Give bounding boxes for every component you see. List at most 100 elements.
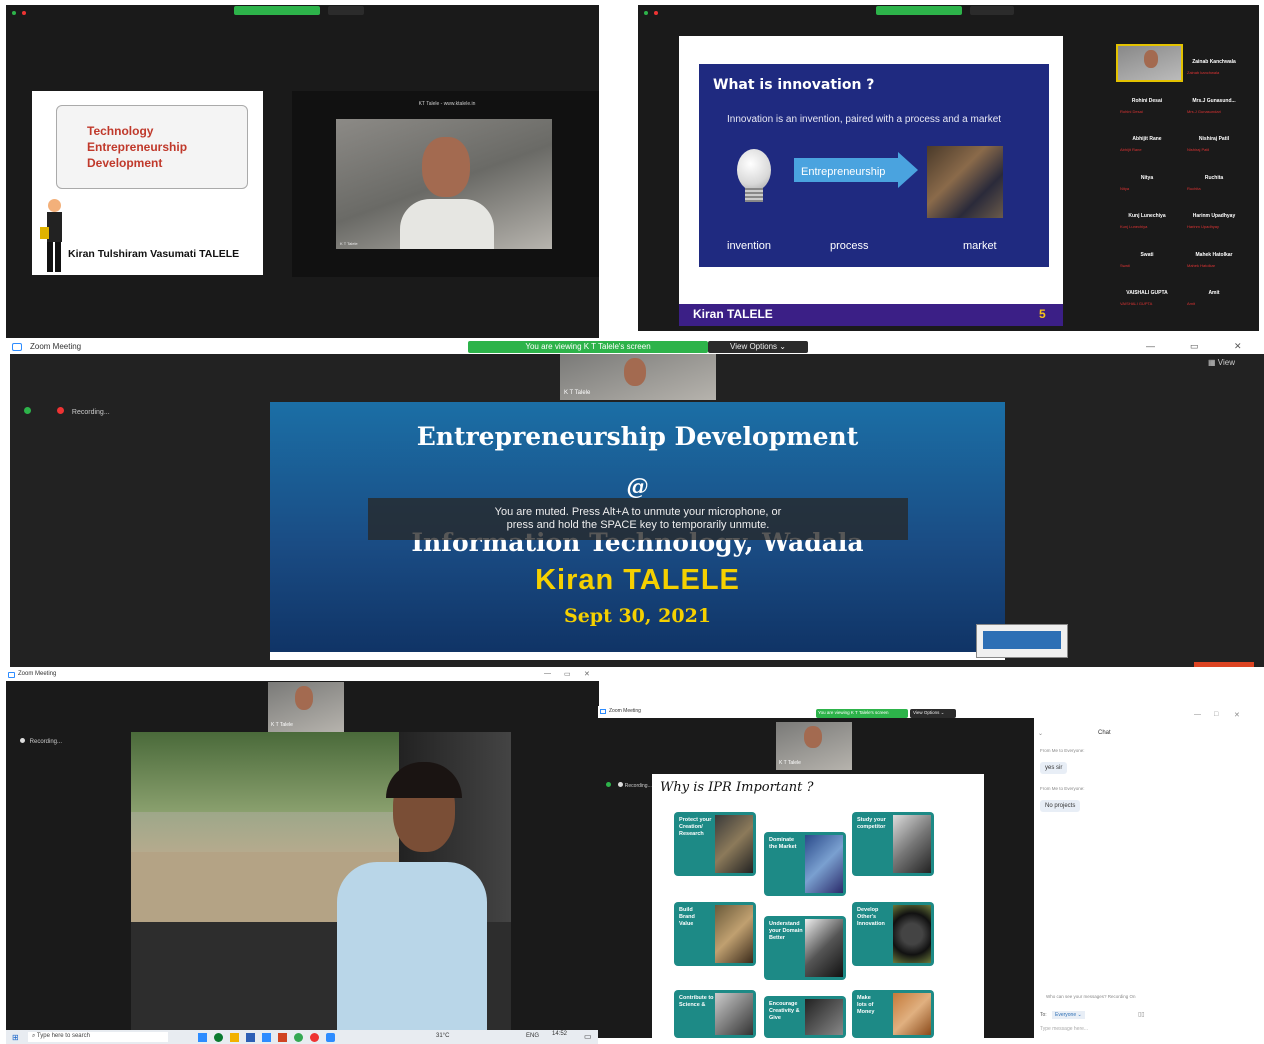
participant-name: Nishiraj Patil: [1198, 136, 1230, 142]
viewing-banner: [876, 6, 962, 15]
maximize-icon[interactable]: ▭: [1190, 341, 1199, 352]
at-symbol: @: [626, 474, 649, 500]
participant-tile[interactable]: VAISHALI GUPTA VAISHALI GUPTA: [1116, 290, 1178, 306]
slide: Entrepreneurship Development @ Informati…: [270, 402, 1005, 660]
participant-tile[interactable]: Mrs.J Gunasund... Mrs.J Gunasundari: [1183, 98, 1245, 114]
close-icon[interactable]: ✕: [584, 670, 590, 678]
speaker-shirt: [400, 199, 494, 249]
recording-indicator: Recording...: [20, 738, 62, 745]
recording-label: Recording...: [71, 409, 110, 416]
taskbar-search-text: Type here to search: [36, 1033, 90, 1039]
view-options-button[interactable]: View Options ⌄: [708, 341, 808, 353]
presenter-figure-icon: [40, 199, 68, 273]
zoom-taskbar-icon[interactable]: [326, 1033, 335, 1042]
file-icon[interactable]: ▯▯: [1138, 1011, 1145, 1018]
participant-tile[interactable]: Amit Amit: [1183, 290, 1245, 306]
grid-icon: ▦: [1208, 358, 1218, 367]
video-label: KT Talele - www.ktalele.in: [418, 101, 476, 107]
tile-name: K T Talele: [340, 241, 358, 246]
record-dot-icon: [654, 11, 658, 15]
speaker-thumbnail[interactable]: K T Talele: [560, 354, 716, 400]
chrome-icon[interactable]: [294, 1033, 303, 1042]
view-button[interactable]: ▦ View: [1208, 358, 1235, 367]
participant-tile[interactable]: Kunj Lunechiya Kunj Lunechiya: [1116, 213, 1178, 229]
participant-tile[interactable]: Abhijit Rane Abhijit Rane: [1116, 136, 1178, 152]
view-options-button[interactable]: [970, 6, 1014, 15]
label-market: market: [963, 240, 997, 252]
minimize-icon[interactable]: —: [1194, 711, 1201, 718]
maximize-icon[interactable]: ▭: [564, 670, 571, 678]
slide-footer: Kiran TALELE 5: [679, 304, 1063, 326]
view-label: View: [1217, 358, 1235, 367]
speaker-thumbnail[interactable]: K T Talele: [268, 682, 344, 732]
card-image: [805, 919, 843, 977]
taskbar-search[interactable]: ⌕ Type here to search: [28, 1032, 168, 1042]
zoom-pane-2: What is innovation ? Innovation is an in…: [638, 5, 1259, 331]
language: ENG: [526, 1033, 540, 1039]
edge-icon[interactable]: [214, 1033, 223, 1042]
participant-tile[interactable]: Harinm Upadhyay Harinm Upadhyay: [1183, 213, 1245, 229]
participant-tile[interactable]: Nitya Nitya: [1116, 175, 1178, 191]
to-label: To:: [1040, 1012, 1047, 1018]
window-title: Zoom Meeting: [609, 708, 641, 714]
participant-tile[interactable]: Mahek Hatolkar Mahek Hatolkar: [1183, 252, 1245, 268]
chat-message-text: No projects: [1040, 800, 1081, 812]
self-view-thumbnail[interactable]: [976, 624, 1068, 658]
active-speaker-tile[interactable]: [1116, 44, 1183, 82]
to-select[interactable]: Everyone ⌄: [1052, 1011, 1085, 1019]
minimize-icon[interactable]: —: [544, 670, 551, 677]
participant-muted-label: Abhijit Rane: [1120, 147, 1142, 152]
muted-line: You are muted. Press Alt+A to unmute you…: [494, 506, 782, 518]
view-options-button[interactable]: [328, 6, 364, 15]
card-image: [893, 905, 931, 963]
record-dot-icon: [22, 11, 26, 15]
participant-name: Ruchita: [1204, 174, 1224, 181]
slide: What is innovation ? Innovation is an in…: [679, 36, 1063, 326]
viewing-banner: You are viewing K T Talele's screen: [816, 709, 908, 718]
participant-name: Zainab Kanchwala: [1192, 59, 1236, 65]
close-icon[interactable]: ✕: [1234, 711, 1240, 719]
card-text: Make lots of Money: [857, 995, 875, 1016]
office-icon[interactable]: [278, 1033, 287, 1042]
participant-tile[interactable]: Swati Swati: [1116, 252, 1178, 268]
maximize-icon[interactable]: □: [1214, 711, 1218, 718]
end-button[interactable]: [1194, 662, 1254, 667]
close-icon[interactable]: ✕: [1234, 341, 1242, 352]
chat-input[interactable]: Type message here...: [1040, 1026, 1088, 1032]
app-icon[interactable]: [310, 1033, 319, 1042]
taskbar: ⊞ ⌕ Type here to search 31°C ENG 14:52 ▭: [6, 1030, 599, 1044]
windows-start-icon[interactable]: ⊞: [12, 1033, 19, 1042]
participant-tile[interactable]: Ruchita Ruchita: [1183, 175, 1245, 191]
speaker-thumbnail[interactable]: K T Talele: [776, 722, 852, 770]
chat-message-text: yes sir: [1040, 762, 1068, 774]
mail-icon[interactable]: [262, 1033, 271, 1042]
card-image: [715, 993, 753, 1035]
minimize-icon[interactable]: —: [1146, 341, 1155, 351]
participant-muted-label: Nitya: [1120, 185, 1130, 191]
recording-indicator: Recording...: [24, 407, 110, 416]
slide: Why is IPR Important ? Protect your Crea…: [652, 774, 984, 1038]
student-top: [337, 862, 487, 1034]
chevron-down-icon[interactable]: ⌄: [1038, 730, 1043, 737]
explorer-icon[interactable]: [230, 1033, 239, 1042]
recording-label: Recording...: [624, 783, 652, 789]
record-dot-icon: [618, 782, 624, 787]
notification-icon[interactable]: ▭: [584, 1032, 592, 1041]
store-icon[interactable]: [246, 1033, 255, 1042]
zoom-logo-icon: [8, 672, 15, 678]
task-view-icon[interactable]: [198, 1033, 207, 1042]
slide-panel: What is innovation ? Innovation is an in…: [699, 64, 1049, 267]
slide-title-line: Technology: [87, 124, 154, 138]
participant-name: Abhijit Rane: [1132, 136, 1162, 142]
chat-message-from: From Me to Everyone:: [1040, 786, 1085, 791]
ipr-card: Build Brand Value: [674, 902, 756, 966]
participant-tile[interactable]: Nishiraj Patil Nishiraj Patil: [1183, 136, 1245, 152]
view-options-button[interactable]: View Options ⌄: [910, 709, 956, 718]
card-image: [805, 999, 843, 1035]
participant-tile[interactable]: Zainab Kanchwala Zainab kanchwala: [1183, 59, 1245, 75]
footer-name: Kiran TALELE: [693, 307, 773, 321]
zoom-pane-1: Technology Entrepreneurship Development …: [6, 5, 599, 338]
viewing-banner: You are viewing K T Talele's screen: [468, 341, 708, 353]
participant-tile[interactable]: Rohini Desai Rohini Desai: [1116, 98, 1178, 114]
card-text: Encourage Creativity & Give: [769, 1001, 800, 1022]
